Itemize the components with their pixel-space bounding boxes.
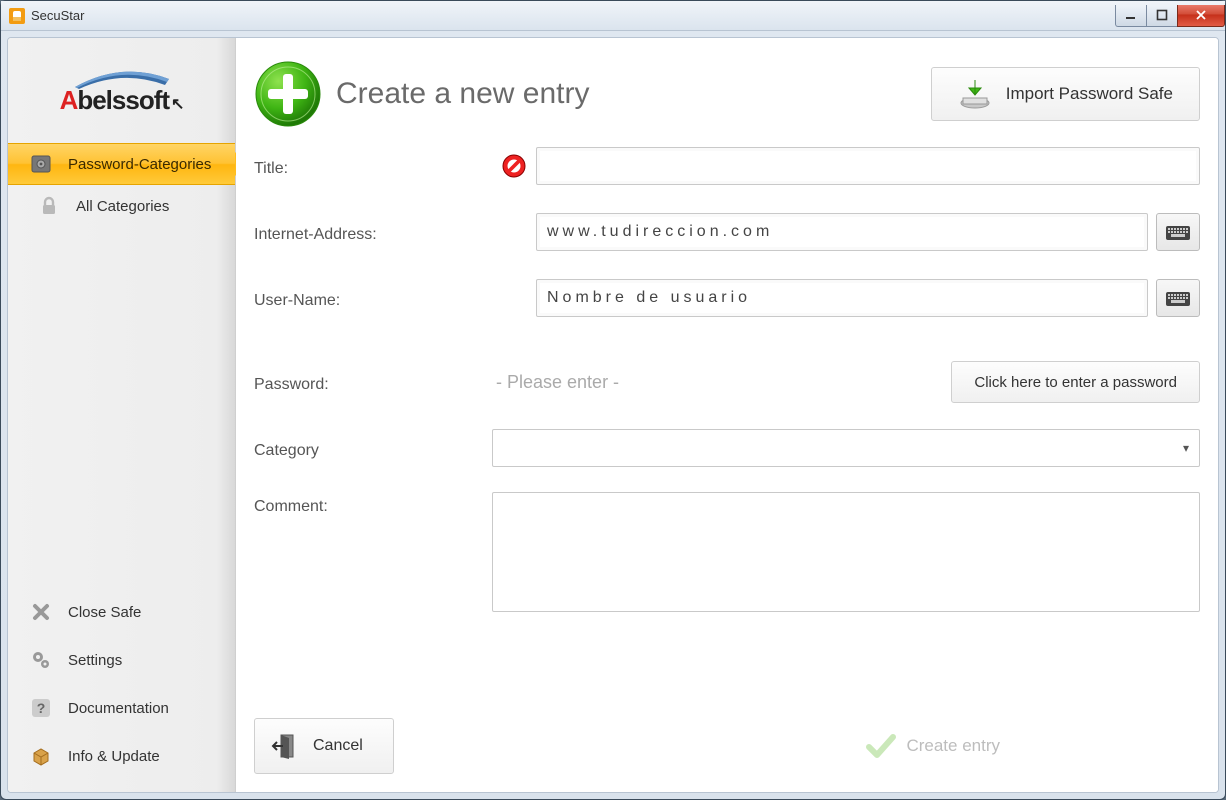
main-panel: Create a new entry Import Password Safe … bbox=[236, 38, 1218, 792]
enter-password-button[interactable]: Click here to enter a password bbox=[951, 361, 1200, 403]
sidebar-nav: Password-Categories All Categories bbox=[8, 143, 235, 227]
maximize-button[interactable] bbox=[1146, 5, 1178, 27]
sidebar-item-settings[interactable]: Settings bbox=[8, 636, 235, 684]
username-input[interactable] bbox=[536, 279, 1148, 317]
row-title: Title: bbox=[254, 144, 1200, 188]
logo: Abelssoft↖ bbox=[8, 38, 235, 143]
create-entry-button: Create entry bbox=[866, 718, 1000, 774]
logo-letter-a: A bbox=[60, 85, 78, 115]
sidebar-item-password-categories[interactable]: Password-Categories bbox=[8, 143, 235, 185]
svg-text:?: ? bbox=[37, 700, 46, 716]
logo-rest: belssoft bbox=[77, 85, 169, 115]
application-window: SecuStar Abe bbox=[0, 0, 1226, 800]
package-icon bbox=[28, 743, 54, 769]
sidebar-item-label: Settings bbox=[68, 652, 122, 669]
keyboard-icon bbox=[1165, 223, 1191, 241]
virtual-keyboard-button[interactable] bbox=[1156, 213, 1200, 251]
create-button-label: Create entry bbox=[906, 736, 1000, 756]
page-title: Create a new entry bbox=[336, 77, 589, 111]
sidebar-bottom: Close Safe Settings ? Documentation bbox=[8, 588, 235, 792]
virtual-keyboard-button[interactable] bbox=[1156, 279, 1200, 317]
page-header: Create a new entry Import Password Safe bbox=[236, 38, 1218, 140]
row-comment: Comment: bbox=[254, 492, 1200, 612]
comment-textarea[interactable] bbox=[492, 492, 1200, 612]
error-forbidden-icon bbox=[501, 153, 527, 179]
label-password: Password: bbox=[254, 370, 492, 394]
import-icon bbox=[958, 78, 992, 110]
plus-circle-icon bbox=[254, 60, 322, 128]
form: Title: Internet-Address: bbox=[236, 140, 1218, 792]
sidebar: Abelssoft↖ Password-Categories All Categ… bbox=[8, 38, 236, 792]
safe-icon bbox=[28, 151, 54, 177]
x-icon bbox=[28, 599, 54, 625]
window-title: SecuStar bbox=[31, 8, 84, 23]
client-area: Abelssoft↖ Password-Categories All Categ… bbox=[7, 37, 1219, 793]
password-placeholder: - Please enter - bbox=[492, 372, 619, 393]
sidebar-item-documentation[interactable]: ? Documentation bbox=[8, 684, 235, 732]
check-icon bbox=[866, 733, 896, 759]
sidebar-item-close-safe[interactable]: Close Safe bbox=[8, 588, 235, 636]
window-controls bbox=[1116, 5, 1225, 27]
row-category: Category bbox=[254, 426, 1200, 470]
sidebar-item-label: Documentation bbox=[68, 700, 169, 717]
title-input[interactable] bbox=[536, 147, 1200, 185]
sidebar-item-label: Password-Categories bbox=[68, 156, 211, 173]
cancel-button-label: Cancel bbox=[313, 737, 363, 755]
sidebar-item-label: Close Safe bbox=[68, 604, 141, 621]
logo-cursor-icon: ↖ bbox=[171, 96, 183, 113]
titlebar: SecuStar bbox=[1, 1, 1225, 31]
lock-icon bbox=[36, 193, 62, 219]
door-exit-icon bbox=[271, 731, 301, 761]
app-icon bbox=[9, 8, 25, 24]
row-address: Internet-Address: bbox=[254, 210, 1200, 254]
import-password-safe-button[interactable]: Import Password Safe bbox=[931, 67, 1200, 121]
label-comment: Comment: bbox=[254, 492, 492, 516]
sidebar-item-label: Info & Update bbox=[68, 748, 160, 765]
label-category: Category bbox=[254, 436, 492, 460]
sidebar-item-label: All Categories bbox=[76, 198, 169, 215]
sidebar-item-all-categories[interactable]: All Categories bbox=[8, 185, 235, 227]
row-username: User-Name: bbox=[254, 276, 1200, 320]
row-password: Password: - Please enter - Click here to… bbox=[254, 360, 1200, 404]
gears-icon bbox=[28, 647, 54, 673]
label-title: Title: bbox=[254, 154, 492, 178]
internet-address-input[interactable] bbox=[536, 213, 1148, 251]
question-icon: ? bbox=[28, 695, 54, 721]
label-address: Internet-Address: bbox=[254, 220, 492, 244]
cancel-button[interactable]: Cancel bbox=[254, 718, 394, 774]
category-dropdown[interactable] bbox=[492, 429, 1200, 467]
sidebar-item-info-update[interactable]: Info & Update bbox=[8, 732, 235, 780]
footer-buttons: Cancel Create entry bbox=[254, 718, 1200, 792]
minimize-button[interactable] bbox=[1115, 5, 1147, 27]
import-button-label: Import Password Safe bbox=[1006, 84, 1173, 104]
keyboard-icon bbox=[1165, 289, 1191, 307]
close-button[interactable] bbox=[1177, 5, 1225, 27]
label-username: User-Name: bbox=[254, 286, 492, 310]
